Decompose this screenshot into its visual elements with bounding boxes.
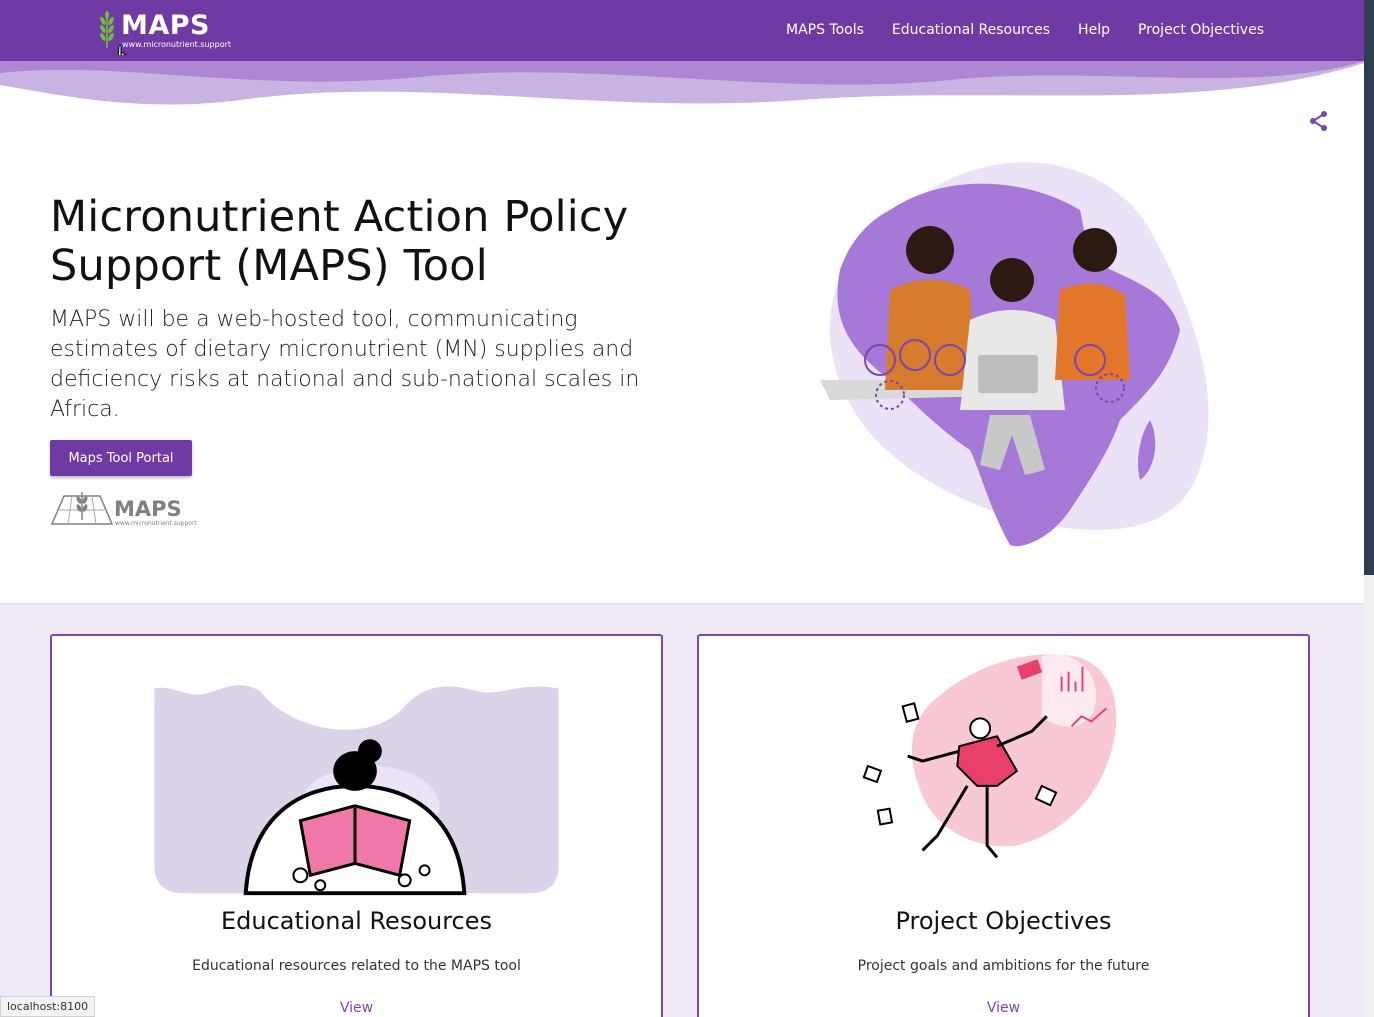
card-educational-resources[interactable]: Educational Resources Educational resour… bbox=[50, 634, 663, 1017]
hero-description: MAPS will be a web-hosted tool, communic… bbox=[50, 307, 640, 422]
browser-status-bar: localhost:8100 bbox=[0, 996, 96, 1017]
share-icon[interactable] bbox=[1308, 110, 1330, 132]
card-project-objectives[interactable]: Project Objectives Project goals and amb… bbox=[697, 634, 1310, 1017]
card-description: Educational resources related to the MAP… bbox=[192, 958, 521, 974]
page-viewport: MAPS www.micronutrient.support MAPS Tool… bbox=[0, 0, 1364, 1017]
maps-tool-portal-button[interactable]: Maps Tool Portal bbox=[50, 440, 192, 476]
logo-text: MAPS bbox=[121, 10, 210, 41]
logo-url: www.micronutrient.support bbox=[122, 40, 232, 49]
nav-educational-resources[interactable]: Educational Resources bbox=[892, 20, 1050, 40]
page-title: Micronutrient Action Policy Support (MAP… bbox=[50, 192, 629, 291]
card-title: Educational Resources bbox=[220, 907, 493, 935]
nav-help[interactable]: Help bbox=[1078, 20, 1110, 40]
grid-leaf-logo-icon bbox=[50, 492, 114, 525]
header-wave bbox=[0, 55, 1364, 105]
maps-partner-logo: MAPS www.micronutrient.support bbox=[50, 490, 200, 530]
card-view-link[interactable]: View bbox=[699, 998, 1308, 1017]
top-header: MAPS www.micronutrient.support MAPS Tool… bbox=[0, 0, 1364, 69]
card-title: Project Objectives bbox=[895, 907, 1112, 935]
card-view-link[interactable]: View bbox=[52, 998, 661, 1017]
card-description: Project goals and ambitions for the futu… bbox=[857, 958, 1150, 974]
small-logo-text: MAPS bbox=[114, 497, 182, 521]
nav-maps-tools[interactable]: MAPS Tools bbox=[786, 20, 864, 40]
scrollbar-thumb[interactable] bbox=[1364, 0, 1374, 575]
africa-students-illustration bbox=[820, 162, 1209, 547]
nav-project-objectives[interactable]: Project Objectives bbox=[1138, 20, 1264, 40]
small-logo-url: www.micronutrient.support bbox=[115, 520, 197, 527]
vertical-scrollbar[interactable] bbox=[1364, 0, 1374, 1017]
main-nav: MAPS Tools Educational Resources Help Pr… bbox=[758, 20, 1264, 40]
reading-person-illustration bbox=[154, 685, 559, 896]
running-person-illustration bbox=[862, 654, 1117, 859]
